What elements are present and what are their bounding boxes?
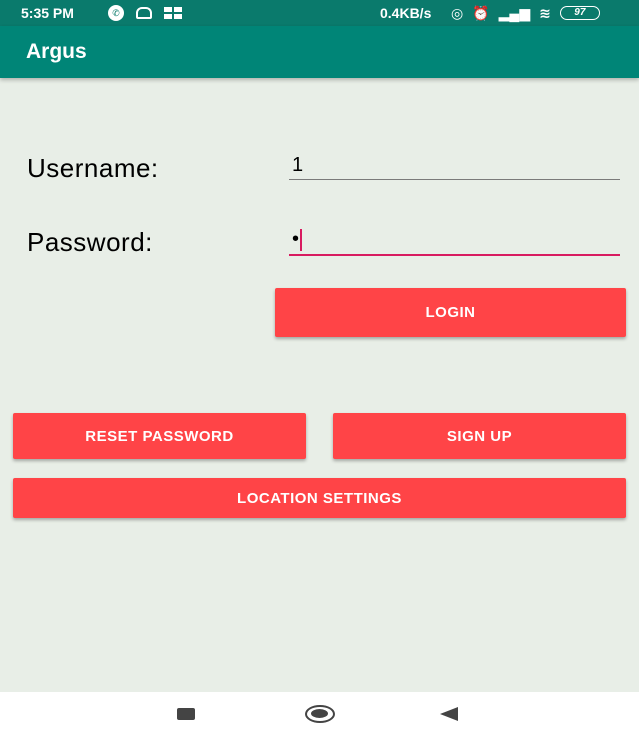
- navigation-bar: [0, 692, 639, 736]
- grid-icon: [164, 7, 182, 19]
- battery-icon: 97: [559, 6, 600, 20]
- password-value: •: [292, 228, 300, 250]
- password-label: Password:: [27, 227, 153, 257]
- alarm-icon: ⏰: [472, 5, 490, 21]
- wifi-icon: ≋: [539, 5, 551, 21]
- back-icon[interactable]: [440, 707, 458, 721]
- status-bar: 5:35 PM ✆ 0.4KB/s ◎ ⏰ ▂▄▆ ≋ 97: [0, 0, 639, 26]
- notification-icons: ✆: [108, 5, 182, 21]
- sign-up-button[interactable]: SIGN UP: [333, 413, 626, 459]
- location-settings-button[interactable]: LOCATION SETTINGS: [13, 478, 626, 518]
- status-time: 5:35 PM: [21, 5, 74, 21]
- app-title: Argus: [26, 40, 87, 63]
- home-icon[interactable]: [305, 705, 335, 723]
- username-value: 1: [292, 154, 304, 176]
- text-cursor: [300, 229, 302, 251]
- hotspot-icon: ◎: [451, 5, 464, 21]
- network-speed: 0.4KB/s: [380, 5, 432, 21]
- username-label: Username:: [27, 153, 159, 183]
- android-icon: [136, 7, 152, 19]
- recents-icon[interactable]: [177, 708, 195, 720]
- app-bar: Argus: [0, 26, 639, 78]
- whatsapp-icon: ✆: [108, 5, 124, 21]
- system-icons: ◎ ⏰ ▂▄▆ ≋ 97: [451, 5, 600, 21]
- reset-password-button[interactable]: RESET PASSWORD: [13, 413, 306, 459]
- username-field[interactable]: 1: [289, 150, 620, 180]
- login-button[interactable]: LOGIN: [275, 288, 626, 337]
- password-field[interactable]: •: [289, 224, 620, 256]
- signal-icon: ▂▄▆: [498, 5, 531, 21]
